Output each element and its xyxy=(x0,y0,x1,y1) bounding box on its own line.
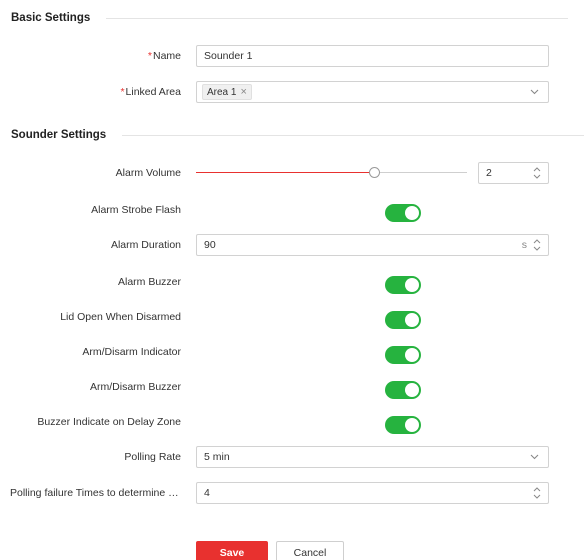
stepper-icon[interactable] xyxy=(533,487,541,499)
arm-disarm-indicator-label: Arm/Disarm Indicator xyxy=(82,346,181,358)
required-mark: * xyxy=(147,50,152,62)
toggle-knob xyxy=(405,418,419,432)
polling-failure-row: Polling failure Times to determine of...… xyxy=(0,481,584,505)
polling-rate-value: 5 min xyxy=(204,451,230,463)
name-label: *Name xyxy=(0,50,189,62)
alarm-duration-unit: s xyxy=(521,239,527,251)
alarm-volume-value: 2 xyxy=(486,167,492,179)
slider-fill xyxy=(196,172,375,173)
stepper-icon[interactable] xyxy=(533,167,541,179)
lid-open-row: Lid Open When Disarmed xyxy=(0,305,584,329)
alarm-buzzer-toggle[interactable] xyxy=(385,276,421,294)
divider xyxy=(106,17,568,19)
section-title: Basic Settings xyxy=(11,12,91,24)
alarm-buzzer-label: Alarm Buzzer xyxy=(117,276,181,288)
arm-disarm-buzzer-row: Arm/Disarm Buzzer xyxy=(0,375,584,399)
chevron-down-icon xyxy=(527,85,541,99)
basic-settings-header: Basic Settings xyxy=(11,12,584,24)
toggle-knob xyxy=(405,206,419,220)
alarm-volume-label: Alarm Volume xyxy=(115,167,181,179)
lid-open-toggle[interactable] xyxy=(385,311,421,329)
name-row: *Name Sounder 1 xyxy=(0,44,584,68)
alarm-duration-suffix: s xyxy=(522,239,541,251)
area-tag: Area 1 × xyxy=(202,84,252,100)
lid-open-label: Lid Open When Disarmed xyxy=(60,311,181,323)
buzzer-delay-zone-label: Buzzer Indicate on Delay Zone xyxy=(37,416,181,428)
arm-disarm-indicator-row: Arm/Disarm Indicator xyxy=(0,340,584,364)
area-tag-label: Area 1 xyxy=(207,86,237,98)
alarm-strobe-flash-toggle[interactable] xyxy=(385,204,421,222)
stepper-icon[interactable] xyxy=(533,239,541,251)
toggle-knob xyxy=(405,278,419,292)
buzzer-delay-zone-toggle[interactable] xyxy=(385,416,421,434)
linked-area-label-text: Linked Area xyxy=(125,86,181,98)
name-value: Sounder 1 xyxy=(204,50,253,62)
polling-rate-select[interactable]: 5 min xyxy=(196,446,549,468)
name-label-text: Name xyxy=(152,50,181,62)
slider-handle[interactable] xyxy=(369,167,380,178)
alarm-buzzer-row: Alarm Buzzer xyxy=(0,270,584,294)
arm-disarm-indicator-toggle[interactable] xyxy=(385,346,421,364)
save-button[interactable]: Save xyxy=(196,541,268,560)
linked-area-row: *Linked Area Area 1 × xyxy=(0,80,584,104)
arm-disarm-buzzer-label: Arm/Disarm Buzzer xyxy=(89,381,181,393)
arm-disarm-buzzer-toggle[interactable] xyxy=(385,381,421,399)
sounder-settings-header: Sounder Settings xyxy=(11,129,584,141)
toggle-knob xyxy=(405,383,419,397)
name-input[interactable]: Sounder 1 xyxy=(196,45,549,67)
alarm-duration-input[interactable]: 90 s xyxy=(196,234,549,256)
chevron-down-icon xyxy=(527,450,541,464)
required-mark: * xyxy=(120,86,125,98)
alarm-volume-slider[interactable] xyxy=(196,161,467,185)
toggle-knob xyxy=(405,313,419,327)
close-icon[interactable]: × xyxy=(240,86,246,98)
alarm-volume-stepper[interactable]: 2 xyxy=(478,162,549,184)
alarm-strobe-flash-label: Alarm Strobe Flash xyxy=(91,204,181,216)
toggle-knob xyxy=(405,348,419,362)
polling-failure-label: Polling failure Times to determine of... xyxy=(10,487,186,499)
alarm-duration-label: Alarm Duration xyxy=(110,239,181,251)
alarm-duration-row: Alarm Duration 90 s xyxy=(0,233,584,257)
alarm-duration-value: 90 xyxy=(204,239,216,251)
linked-area-label: *Linked Area xyxy=(0,86,189,98)
section-title: Sounder Settings xyxy=(11,129,107,141)
linked-area-select[interactable]: Area 1 × xyxy=(196,81,549,103)
polling-rate-row: Polling Rate 5 min xyxy=(0,445,584,469)
polling-failure-stepper[interactable]: 4 xyxy=(196,482,549,504)
cancel-button[interactable]: Cancel xyxy=(276,541,344,560)
alarm-volume-row: Alarm Volume 2 xyxy=(0,161,584,185)
alarm-strobe-flash-row: Alarm Strobe Flash xyxy=(0,198,584,222)
buzzer-delay-zone-row: Buzzer Indicate on Delay Zone xyxy=(0,410,584,434)
polling-failure-value: 4 xyxy=(204,487,210,499)
divider xyxy=(122,134,584,136)
polling-rate-label: Polling Rate xyxy=(124,451,181,463)
